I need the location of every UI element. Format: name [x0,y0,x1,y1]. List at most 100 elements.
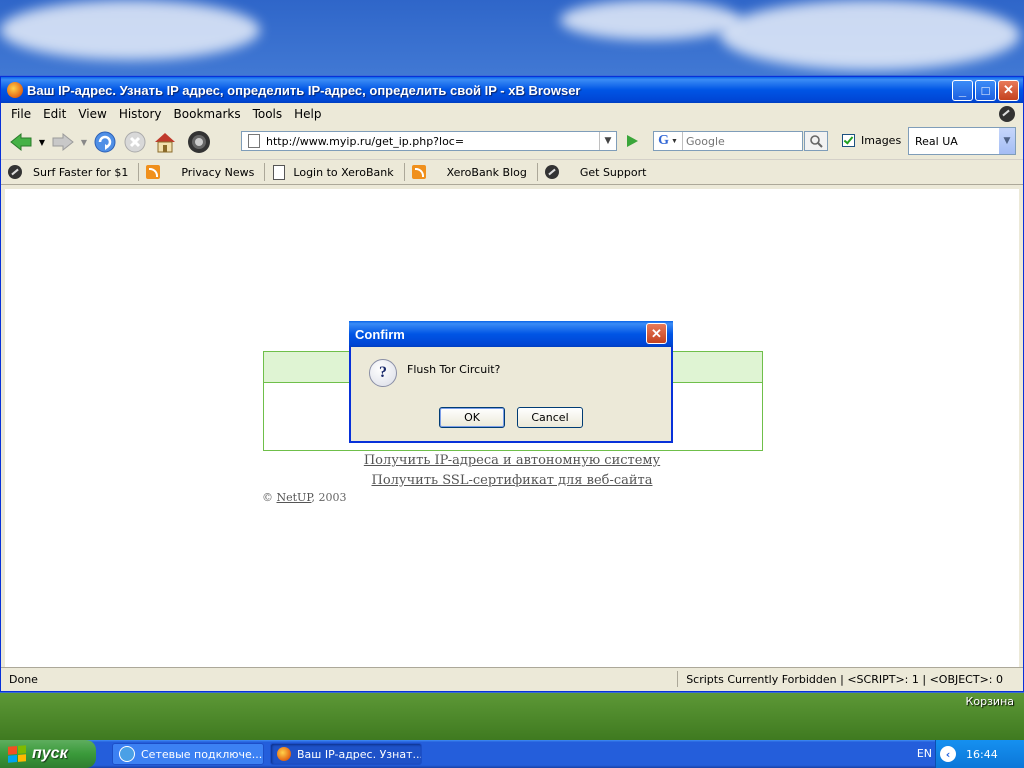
task-network-connections[interactable]: Сетевые подключе... [112,743,264,765]
images-label: Images [861,134,902,147]
language-indicator[interactable]: EN [917,747,932,760]
dialog-message: Flush Tor Circuit? [407,363,501,376]
resize-grip-icon[interactable] [1011,671,1023,687]
tor-button[interactable] [185,128,213,156]
tor-onion-icon [188,131,210,153]
dialog-close-button[interactable]: ✕ [646,323,667,344]
close-button[interactable]: ✕ [998,79,1019,101]
back-arrow-icon [10,132,32,152]
menu-file[interactable]: File [5,107,37,121]
url-text[interactable]: http://www.myip.ru/get_ip.php?loc= [266,135,599,148]
search-box[interactable]: G ▼ [653,131,803,151]
get-ip-as-link[interactable]: Получить IP-адреса и автономную систему [5,451,1019,471]
page-icon [248,134,260,148]
bookmarks-toolbar: Surf Faster for $1 Privacy News Login to… [1,159,1023,185]
cloud [560,0,740,40]
page-icon [271,164,287,180]
forward-history-dropdown[interactable]: ▼ [79,128,89,156]
bookmark-xerobank-blog[interactable]: XeroBank Blog [411,164,527,180]
cancel-button[interactable]: Cancel [517,407,583,428]
toolbar-separator [536,163,538,181]
confirm-dialog: Confirm ✕ ? Flush Tor Circuit? OK Cancel [349,321,673,443]
ok-button[interactable]: OK [439,407,505,428]
browser-app-icon [7,82,23,98]
chevron-down-icon: ▼ [604,136,612,146]
bookmark-label: XeroBank Blog [446,165,527,179]
bookmark-label: Get Support [579,165,647,179]
tray-expand-icon[interactable]: ‹ [940,746,956,762]
rss-icon [411,164,427,180]
menu-bar: File Edit View History Bookmarks Tools H… [1,103,1023,125]
menu-edit[interactable]: Edit [37,107,72,121]
back-history-dropdown[interactable]: ▼ [37,128,47,156]
go-button[interactable] [621,131,643,151]
rss-icon [145,164,161,180]
browser-app-icon [277,747,291,761]
back-button[interactable] [7,128,35,156]
url-history-dropdown[interactable]: ▼ [599,132,616,150]
netup-link[interactable]: NetUP [277,491,312,504]
task-label: Ваш IP-адрес. Узнат... [297,747,422,761]
task-browser[interactable]: Ваш IP-адрес. Узнат... [270,743,422,765]
start-button[interactable]: пуск [0,740,96,768]
stop-button[interactable] [121,128,149,156]
close-icon: ✕ [1003,82,1014,97]
search-icon [810,135,823,148]
images-toggle[interactable]: Images [842,134,901,147]
xerobank-logo-icon [999,106,1015,122]
forward-arrow-icon [52,132,74,152]
search-button[interactable] [804,131,828,151]
menu-bookmarks[interactable]: Bookmarks [168,107,247,121]
address-bar[interactable]: http://www.myip.ru/get_ip.php?loc= ▼ [241,131,617,151]
search-input[interactable] [683,133,798,149]
chevron-down-icon: ▼ [38,137,46,147]
minimize-button[interactable]: _ [952,79,973,101]
bookmark-privacy-news[interactable]: Privacy News [145,164,254,180]
bookmark-login-xerobank[interactable]: Login to XeroBank [271,164,394,180]
menu-view[interactable]: View [72,107,112,121]
toolbar-separator [403,163,405,181]
noscript-status[interactable]: Scripts Currently Forbidden | <SCRIPT>: … [677,671,1011,687]
user-agent-value: Real UA [915,134,958,148]
bookmark-get-support[interactable]: Get Support [544,164,647,180]
network-icon [119,746,135,762]
bookmark-surf-faster[interactable]: Surf Faster for $1 [7,164,128,180]
maximize-icon: □ [981,82,990,98]
menu-tools[interactable]: Tools [247,107,289,121]
google-engine-icon[interactable]: G ▼ [654,132,683,150]
get-ssl-cert-link[interactable]: Получить SSL-сертификат для веб-сайта [5,471,1019,491]
bookmark-label: Surf Faster for $1 [33,165,129,179]
cloud [0,0,260,60]
bookmark-label: Login to XeroBank [293,165,394,179]
xerobank-icon [7,164,23,180]
taskbar: пуск Сетевые подключе... Ваш IP-адрес. У… [0,740,1024,768]
reload-button[interactable] [91,128,119,156]
grass [0,690,1024,740]
task-label: Сетевые подключе... [141,747,263,761]
bookmark-label: Privacy News [181,165,255,179]
reload-icon [94,131,116,153]
cloud [720,0,1020,70]
menu-history[interactable]: History [113,107,168,121]
window-titlebar[interactable]: Ваш IP-адрес. Узнать IP адрес, определит… [1,77,1023,103]
recycle-bin-label[interactable]: Корзина [966,695,1014,708]
copyright-prefix: © [262,491,277,504]
xerobank-icon [544,164,560,180]
close-icon: ✕ [651,325,662,341]
start-label: пуск [32,745,68,762]
maximize-button[interactable]: □ [975,79,996,101]
windows-logo-icon [8,745,26,763]
menu-help[interactable]: Help [288,107,327,121]
forward-button[interactable] [49,128,77,156]
copyright-year: , 2003 [311,491,347,504]
stop-icon [124,131,146,153]
status-text: Done [9,672,38,686]
user-agent-select[interactable]: Real UA ▼ [908,127,1016,155]
home-icon [155,133,175,153]
chevron-down-icon[interactable]: ▼ [999,128,1015,154]
toolbar-separator [138,163,140,181]
images-checkbox[interactable] [842,134,855,147]
home-button[interactable] [151,128,179,156]
dialog-titlebar[interactable]: Confirm ✕ [349,321,673,347]
chevron-down-icon: ▼ [80,137,88,147]
